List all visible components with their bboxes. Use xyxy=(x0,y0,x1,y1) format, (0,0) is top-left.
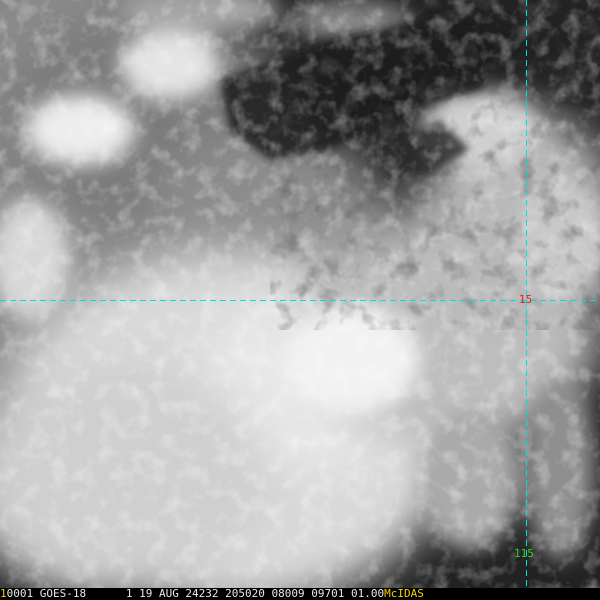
status-bar: 10001 GOES-18 1 19 AUG 24232 205020 0800… xyxy=(0,588,600,600)
satellite-image xyxy=(0,0,600,588)
shadow-texture xyxy=(300,0,600,300)
status-brand: McIDAS xyxy=(384,587,424,600)
latitude-label: 15 xyxy=(519,293,533,306)
longitude-label: 115 xyxy=(514,547,534,560)
status-frame-number: 1 xyxy=(0,587,7,600)
status-text: 0001 GOES-18 1 19 AUG 24232 205020 08009… xyxy=(6,587,385,600)
